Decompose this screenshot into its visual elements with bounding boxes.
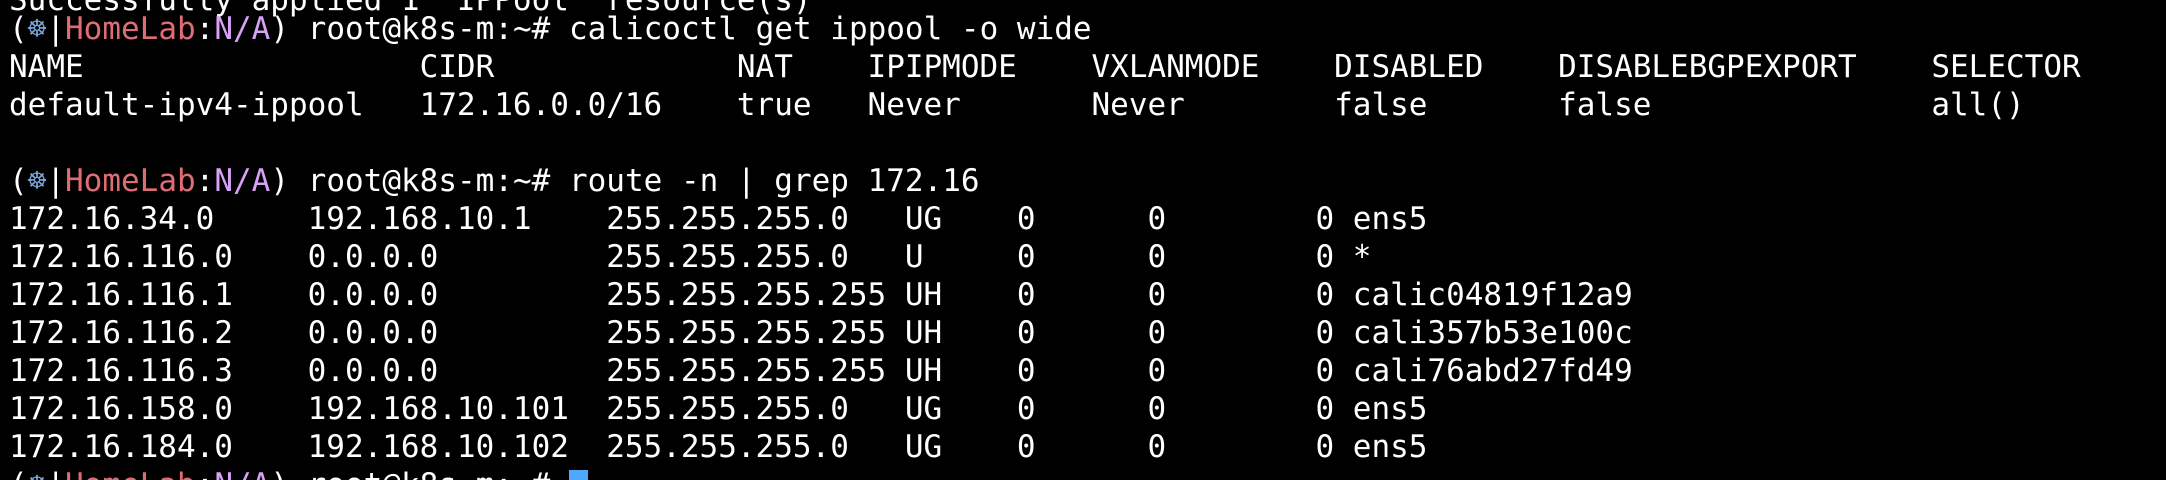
kube-context: HomeLab [65, 467, 196, 480]
kube-namespace: N/A [214, 163, 271, 199]
prompt-user-host: root@k8s-m:~# [289, 163, 569, 199]
prompt-user-host: root@k8s-m:~# [289, 467, 569, 480]
prompt-line-1: (☸|HomeLab:N/A) root@k8s-m:~# calicoctl … [9, 10, 1092, 48]
kubernetes-icon: ☸ [27, 11, 47, 47]
route-row: 172.16.116.2 0.0.0.0 255.255.255.255 UH … [9, 315, 1633, 351]
prompt-open: ( [9, 163, 28, 199]
prompt-separator: | [46, 11, 66, 47]
prompt-separator: | [46, 467, 65, 480]
kube-context: HomeLab [65, 163, 196, 199]
kubernetes-icon: ☸ [28, 467, 47, 480]
route-row: 172.16.116.3 0.0.0.0 255.255.255.255 UH … [9, 353, 1633, 389]
route-row: 172.16.184.0 192.168.10.102 255.255.255.… [9, 429, 1428, 465]
prompt-line-2: (☸|HomeLab:N/A) root@k8s-m:~# route -n |… [9, 162, 980, 200]
prompt-user-host: root@k8s-m:~# [289, 11, 569, 47]
prompt-close: ) [270, 11, 290, 47]
prompt-close: ) [270, 163, 290, 199]
prompt-line-3[interactable]: (☸|HomeLab:N/A) root@k8s-m:~# [9, 466, 588, 480]
kube-namespace: N/A [214, 467, 270, 480]
text-cursor[interactable] [568, 470, 588, 480]
ippool-table-header: NAME CIDR NAT IPIPMODE VXLANMODE DISABLE… [9, 49, 2081, 85]
kube-context: HomeLab [65, 11, 196, 47]
kubernetes-icon: ☸ [27, 163, 47, 199]
terminal-window[interactable]: Successfully applied 1 'IPPool' resource… [0, 0, 2166, 480]
prompt-close: ) [270, 467, 289, 480]
route-row: 172.16.116.0 0.0.0.0 255.255.255.0 U 0 0… [9, 239, 1372, 275]
kube-namespace: N/A [214, 11, 271, 47]
command-text: route -n | grep 172.16 [568, 163, 980, 199]
prompt-colon: : [195, 163, 215, 199]
prompt-separator: | [46, 163, 66, 199]
ippool-table-row: default-ipv4-ippool 172.16.0.0/16 true N… [9, 87, 2025, 123]
route-row: 172.16.116.1 0.0.0.0 255.255.255.255 UH … [9, 277, 1633, 313]
command-text: calicoctl get ippool -o wide [568, 11, 1092, 47]
route-row: 172.16.158.0 192.168.10.101 255.255.255.… [9, 391, 1428, 427]
route-row: 172.16.34.0 192.168.10.1 255.255.255.0 U… [9, 201, 1428, 237]
prompt-open: ( [9, 11, 28, 47]
prompt-open: ( [9, 467, 28, 480]
prompt-colon: : [195, 11, 215, 47]
prompt-colon: : [196, 467, 215, 480]
